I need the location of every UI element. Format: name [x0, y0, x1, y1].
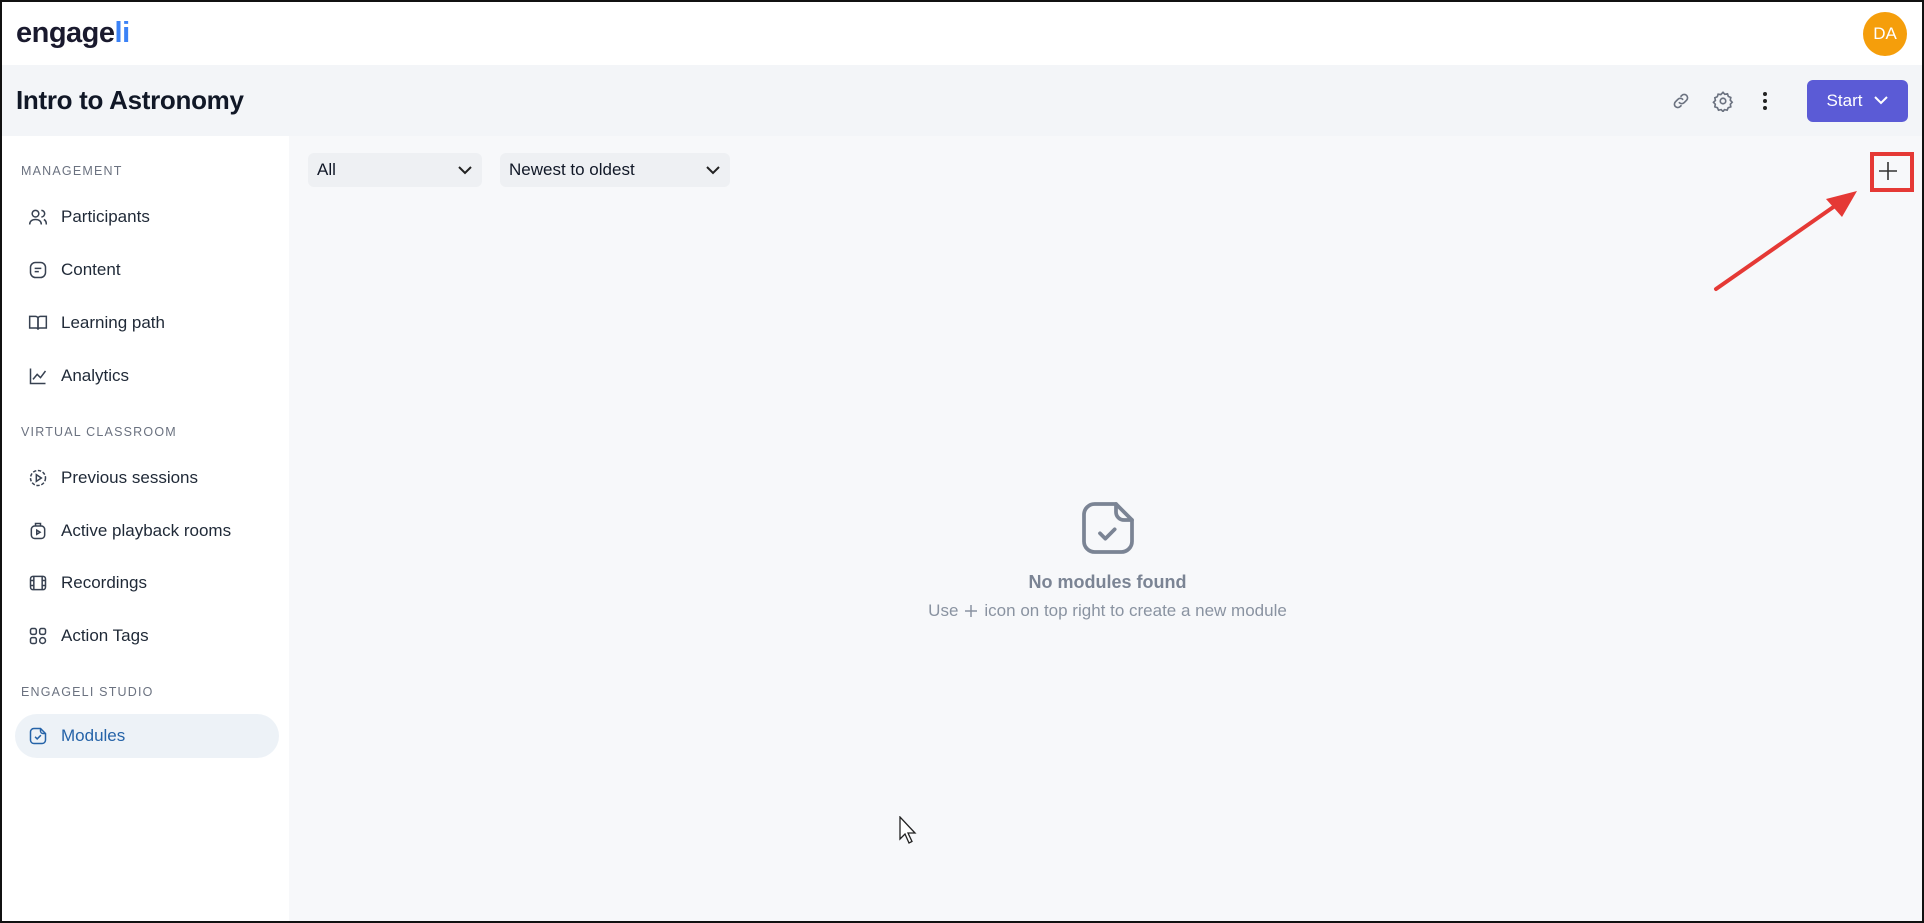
- sidebar-item-label: Content: [61, 260, 121, 279]
- sidebar-item-label: Analytics: [61, 366, 130, 385]
- chevron-down-icon: [706, 165, 720, 174]
- chart-line-icon: [27, 365, 49, 387]
- module-empty-icon: [289, 496, 1922, 560]
- type-filter-dropdown[interactable]: All: [308, 153, 482, 187]
- plus-icon: [965, 605, 978, 617]
- course-title-bar: Intro to Astronomy Start: [2, 65, 1922, 136]
- sidebar-item-label: Active playback rooms: [61, 521, 232, 540]
- sidebar-item-learning-path[interactable]: Learning path: [15, 301, 279, 345]
- sidebar-item-modules[interactable]: Modules: [15, 714, 279, 758]
- type-filter-value: All: [317, 160, 336, 179]
- link-icon[interactable]: [1667, 87, 1695, 115]
- user-avatar[interactable]: DA: [1863, 11, 1907, 56]
- app-window: engage li DA Intro to Astronomy Start MAN…: [0, 0, 1924, 923]
- film-icon: [27, 572, 49, 594]
- main-content: All Newest to oldest No modules found Us…: [289, 136, 1922, 921]
- sidebar-section-management: MANAGEMENT: [21, 164, 123, 178]
- tags-icon: [27, 625, 49, 647]
- chevron-down-icon: [458, 165, 472, 174]
- sidebar: MANAGEMENT Participants Content Learning…: [2, 136, 289, 921]
- sidebar-item-label: Action Tags: [61, 626, 149, 645]
- engageli-logo[interactable]: engage li: [16, 17, 130, 50]
- empty-state-subtitle: Use icon on top right to create a new mo…: [289, 601, 1922, 621]
- playback-room-icon: [27, 520, 49, 542]
- users-icon: [27, 206, 49, 228]
- sidebar-item-analytics[interactable]: Analytics: [15, 354, 279, 398]
- book-icon: [27, 312, 49, 334]
- empty-state-title: No modules found: [1028, 572, 1187, 592]
- module-icon: [27, 725, 49, 747]
- start-button-label: Start: [1826, 90, 1863, 110]
- empty-subtitle-after: icon on top right to create a new module: [984, 601, 1287, 620]
- title-actions: Start: [1667, 79, 1908, 122]
- sidebar-item-participants[interactable]: Participants: [15, 195, 279, 239]
- plus-icon: [1879, 162, 1897, 180]
- sort-dropdown[interactable]: Newest to oldest: [500, 153, 730, 187]
- sidebar-item-active-playback-rooms[interactable]: Active playback rooms: [15, 509, 279, 553]
- more-vertical-icon[interactable]: [1751, 87, 1779, 115]
- empty-subtitle-before: Use: [928, 601, 959, 620]
- empty-state: No modules found Use icon on top right t…: [289, 496, 1922, 621]
- sidebar-item-previous-sessions[interactable]: Previous sessions: [15, 456, 279, 500]
- logo-text-main: engage: [16, 17, 115, 49]
- top-bar: engage li DA: [2, 2, 1922, 65]
- sidebar-item-action-tags[interactable]: Action Tags: [15, 614, 279, 658]
- sidebar-item-label: Recordings: [61, 573, 147, 592]
- sidebar-item-recordings[interactable]: Recordings: [15, 561, 279, 605]
- sidebar-item-label: Previous sessions: [61, 468, 199, 487]
- logo-text-accent: li: [114, 17, 131, 49]
- sidebar-item-label: Modules: [61, 726, 126, 745]
- sidebar-item-content[interactable]: Content: [15, 248, 279, 292]
- sort-value: Newest to oldest: [509, 160, 635, 179]
- page-title: Intro to Astronomy: [16, 85, 244, 115]
- start-button[interactable]: Start: [1807, 79, 1908, 122]
- file-icon: [27, 259, 49, 281]
- sidebar-section-virtual-classroom: VIRTUAL CLASSROOM: [21, 425, 177, 439]
- sidebar-item-label: Learning path: [61, 313, 165, 332]
- sidebar-item-label: Participants: [61, 207, 150, 226]
- play-circle-icon: [27, 467, 49, 489]
- mouse-cursor-icon: [899, 815, 919, 849]
- sidebar-section-engageli-studio: ENGAGELI STUDIO: [21, 685, 154, 699]
- gear-icon[interactable]: [1709, 87, 1737, 115]
- chevron-down-icon: [1874, 96, 1889, 105]
- add-module-button[interactable]: [1870, 153, 1906, 189]
- annotation-arrow: [1714, 191, 1857, 291]
